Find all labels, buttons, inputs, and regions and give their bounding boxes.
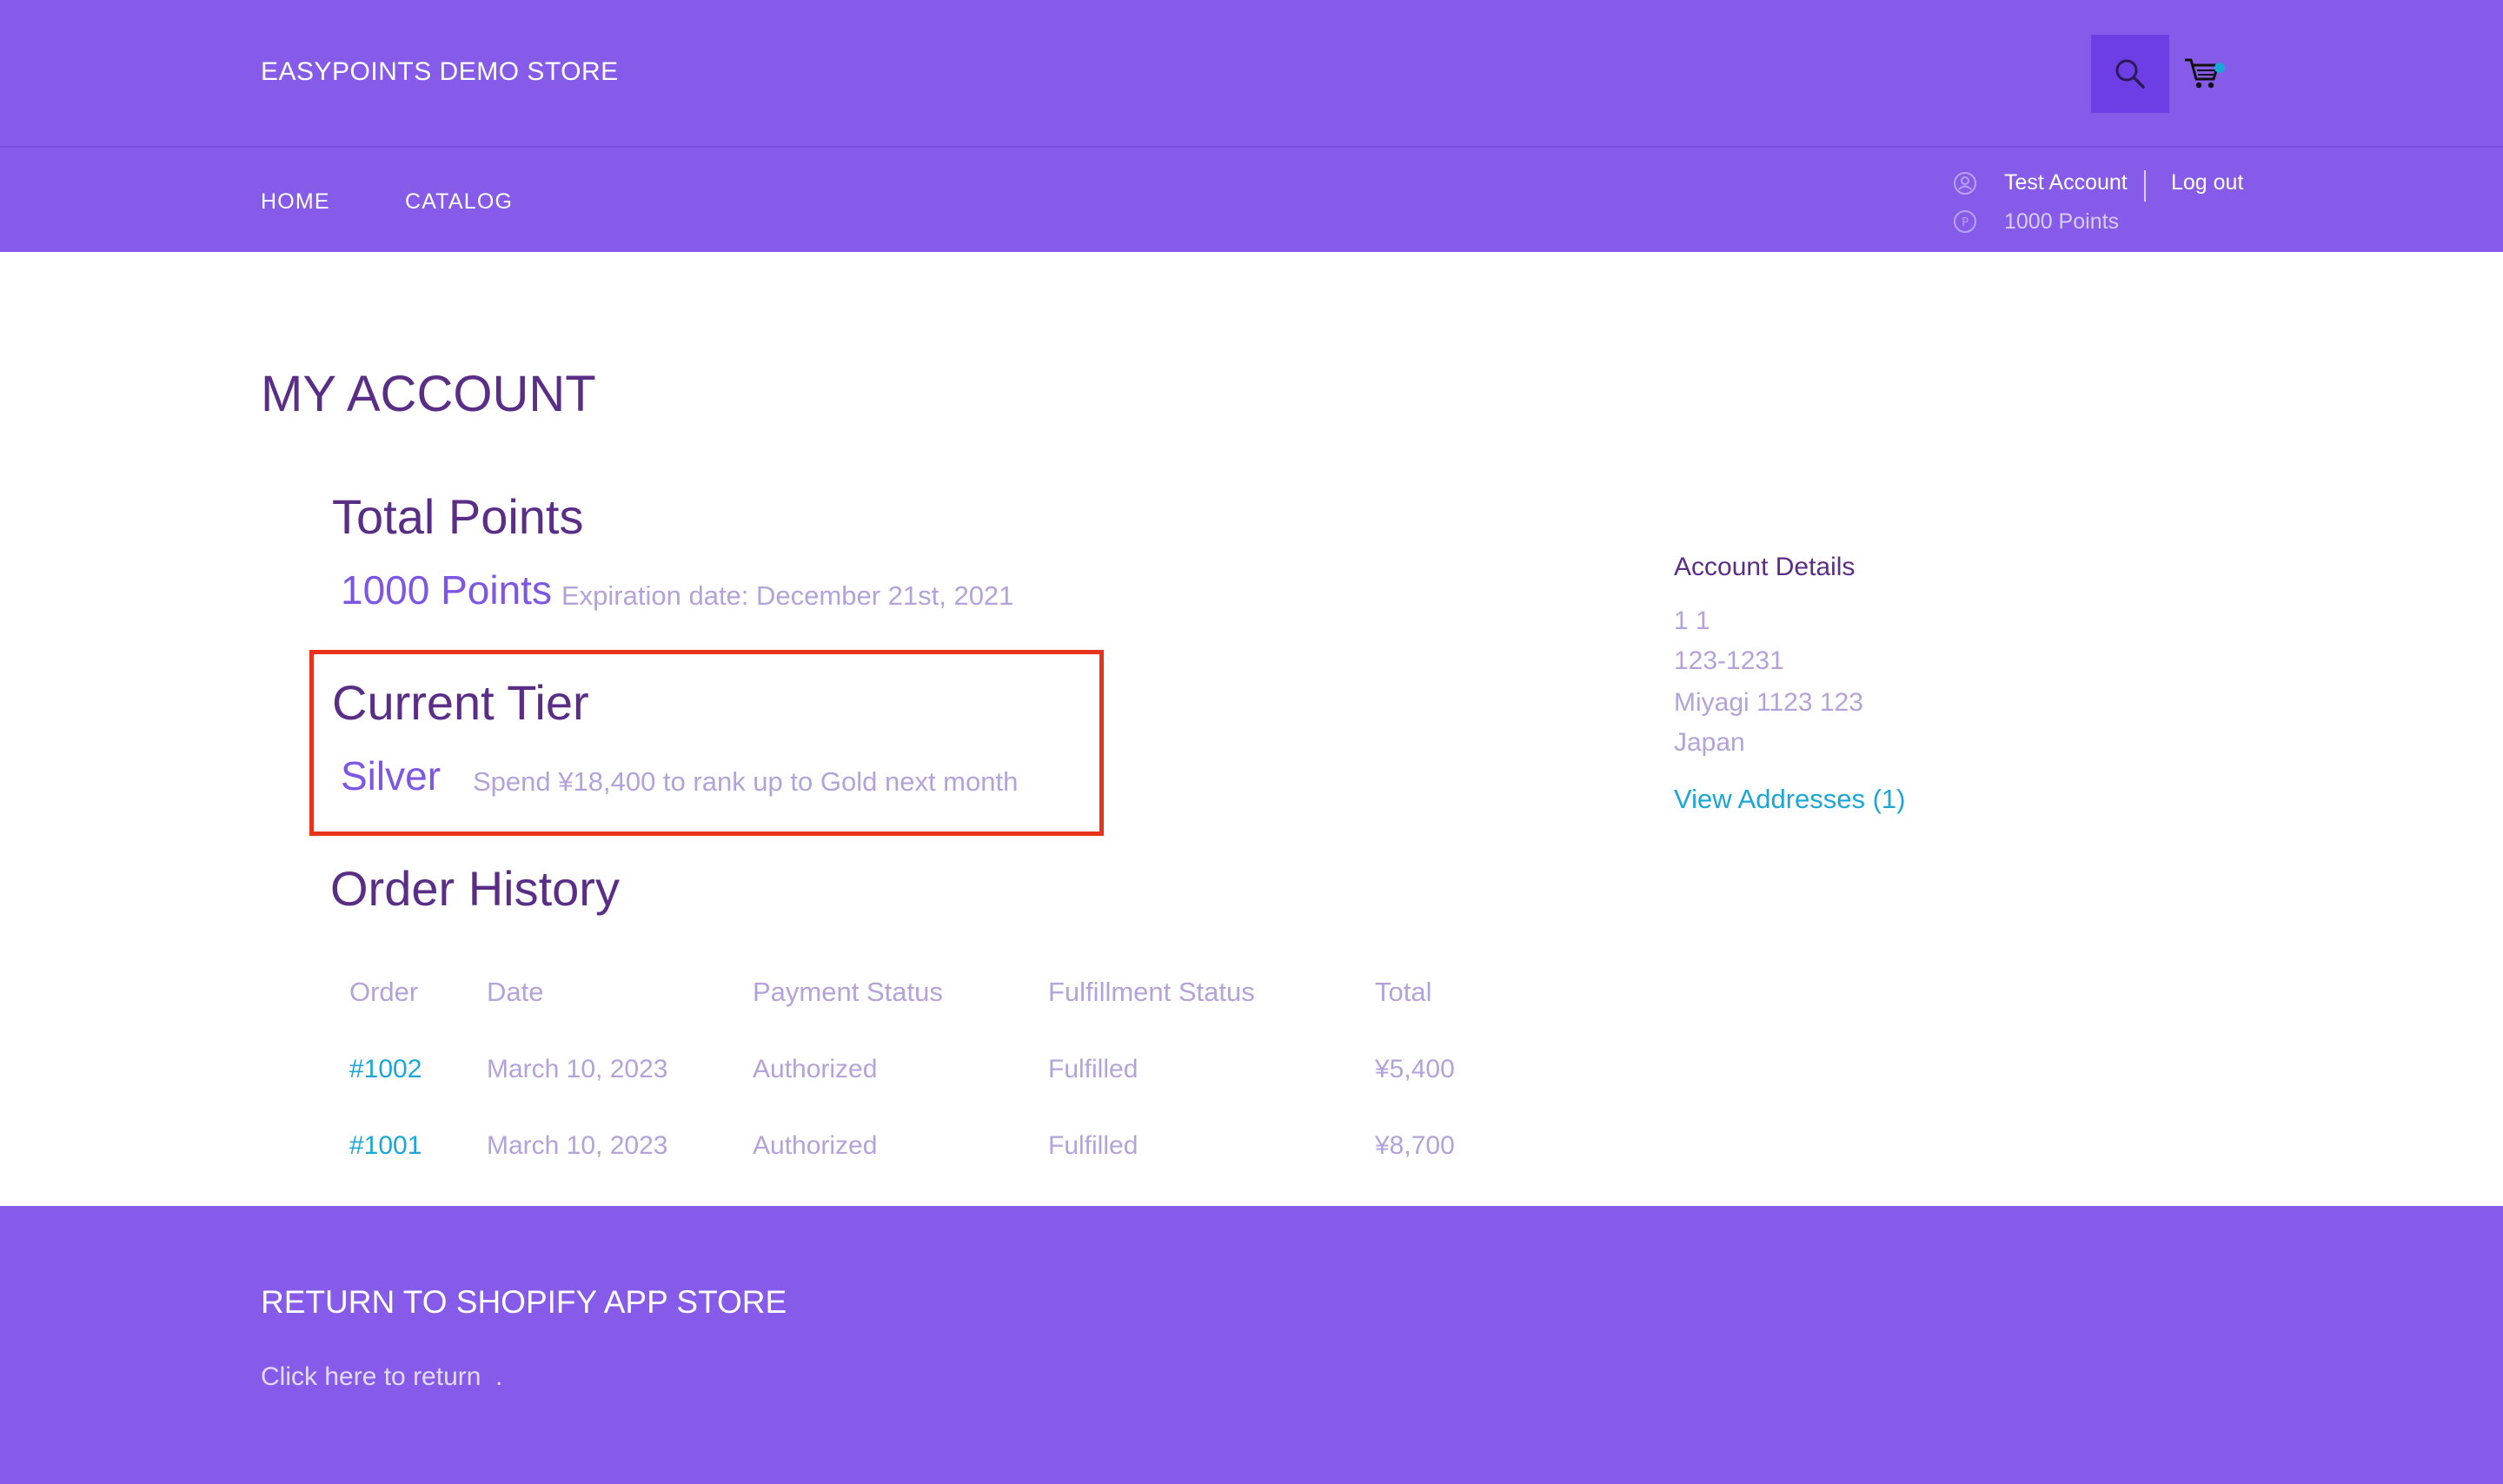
tier-progress-note: Spend ¥18,400 to rank up to Gold next mo… (473, 766, 1019, 797)
order-payment-status: Authorized (753, 1131, 878, 1160)
current-tier-heading: Current Tier (332, 675, 589, 730)
total-points-heading: Total Points (332, 489, 584, 544)
view-addresses-link[interactable]: View Addresses (1) (1674, 784, 1906, 815)
column-header-total: Total (1375, 977, 1432, 1007)
address-line: 1 1 (1674, 606, 1710, 635)
user-icon (1952, 170, 1978, 196)
page-title: MY ACCOUNT (261, 366, 596, 422)
footer-trailing-text: . (495, 1362, 503, 1391)
account-name-link[interactable]: Test Account (2004, 170, 2128, 195)
order-total: ¥5,400 (1375, 1055, 1455, 1083)
address-line: Miyagi 1123 123 (1674, 688, 1863, 717)
logout-link[interactable]: Log out (2171, 170, 2243, 195)
address-line: Japan (1674, 728, 1745, 757)
footer-heading: RETURN TO SHOPIFY APP STORE (261, 1284, 787, 1320)
order-date: March 10, 2023 (487, 1131, 668, 1160)
order-payment-status: Authorized (753, 1055, 878, 1083)
order-total: ¥8,700 (1375, 1131, 1455, 1160)
nav-bar (0, 148, 2503, 252)
svg-text:P: P (1962, 216, 1969, 229)
order-fulfillment-status: Fulfilled (1048, 1131, 1139, 1160)
current-tier-value: Silver (341, 753, 442, 798)
nav-home-link[interactable]: HOME (261, 189, 330, 215)
order-fulfillment-status: Fulfilled (1048, 1055, 1139, 1083)
account-details-heading: Account Details (1674, 553, 1856, 581)
coin-icon: P (1952, 209, 1978, 235)
order-number-link[interactable]: #1002 (349, 1055, 422, 1084)
address-line: 123-1231 (1674, 646, 1784, 675)
search-icon (2115, 59, 2145, 89)
column-header-fulfillment-status: Fulfillment Status (1048, 977, 1255, 1007)
search-button[interactable] (2091, 35, 2169, 113)
account-points: 1000 Points (2004, 209, 2120, 234)
return-link[interactable]: Click here to return (261, 1362, 481, 1392)
order-number-link[interactable]: #1001 (349, 1131, 422, 1161)
account-separator (2144, 170, 2146, 202)
total-points-value: 1000 Points (341, 567, 552, 613)
order-date: March 10, 2023 (487, 1055, 668, 1083)
cart-button[interactable] (2183, 52, 2225, 94)
points-expiration: Expiration date: December 21st, 2021 (561, 580, 1014, 611)
store-name[interactable]: EASYPOINTS DEMO STORE (261, 57, 619, 87)
cart-icon (2185, 58, 2225, 89)
column-header-payment-status: Payment Status (753, 977, 943, 1007)
column-header-order: Order (349, 977, 419, 1007)
column-header-date: Date (487, 977, 544, 1007)
site-footer (0, 1206, 2503, 1484)
order-history-heading: Order History (330, 861, 620, 916)
nav-catalog-link[interactable]: CATALOG (405, 189, 513, 215)
